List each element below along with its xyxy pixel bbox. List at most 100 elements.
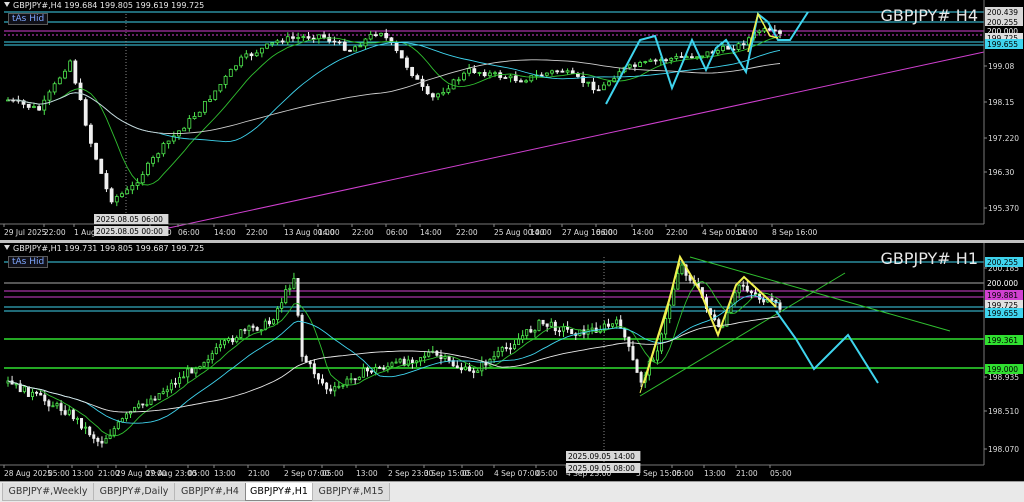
candle-body [151,157,155,164]
candle-body [99,158,104,174]
cursor-date-label: 2025.09.05 14:00 [568,452,635,461]
candle-body [120,193,124,197]
candle-body [623,327,627,338]
candle-body [565,70,570,73]
candle-body [239,56,244,67]
candle-body [186,368,190,378]
candle-body [456,79,461,82]
candle-body [695,56,700,59]
time-axis-label: 14:00 [318,228,340,237]
candle-body [210,353,214,361]
candle-body [267,320,271,325]
h1-chart-panel[interactable]: 200.185 198.935 198.510 198.070 200.255 200.0… [0,243,1024,481]
candle-body [519,80,523,83]
candle-body [94,142,98,160]
candle-body [463,366,467,371]
candle-body [84,426,88,429]
time-axis-label: 05:00 [536,469,558,478]
candle-body [280,40,285,43]
candle-body [566,326,570,330]
candle-body [182,376,186,379]
price-marker-label: 200.255 [987,258,1018,267]
candle-body [560,70,565,73]
time-axis-label: 06:00 [178,228,200,237]
time-axis-label: 29 Jul 2025 [4,228,47,237]
candle-body [213,90,218,100]
candle-body [68,60,73,72]
tab-m15[interactable]: GBPJPY#,M15 [312,483,390,501]
h4-price-chart[interactable]: 199.08198.15197.220196.30195.370200.4392… [0,0,1024,240]
candle-body [529,75,534,82]
candle-body [156,153,161,158]
candle-body [591,81,596,91]
candle-body [133,406,137,412]
candle-body [75,418,79,420]
time-axis-label: 06:00 [386,228,408,237]
candle-body [503,77,508,79]
time-axis-label: 13:00 [72,469,94,478]
tab-h4[interactable]: GBPJPY#,H4 [174,483,246,501]
candle-body [43,394,47,402]
candle-body [690,56,694,59]
candle-body [165,389,169,393]
candle-body [222,340,226,346]
tab-daily[interactable]: GBPJPY#,Daily [93,483,175,501]
candle-body [586,81,591,84]
candle-body [420,78,425,87]
h1-price-chart[interactable]: 200.185198.935198.510198.070200.255200.0… [0,243,1024,481]
candle-body [42,99,47,111]
candle-body [272,319,276,325]
tab-h1[interactable]: GBPJPY#,H1 [245,483,313,501]
candle-body [521,335,525,340]
candle-body [680,264,684,275]
price-marker-label: 200.000 [987,279,1018,288]
candle-body [37,106,41,111]
h4-chart-panel[interactable]: 199.08 198.15 197.220 196.30 195.370 200.439 2… [0,0,1024,241]
time-axis-label: 22:00 [246,228,268,237]
candle-body [633,64,637,67]
candle-body [333,386,337,392]
candle-body [259,47,264,54]
candle-body [390,362,394,367]
dropdown-triangle-icon[interactable] [4,2,10,7]
tab-weekly[interactable]: GBPJPY#,Weekly [2,483,94,501]
candle-body [533,330,537,333]
time-axis-label: 22:00 [666,228,688,237]
candle-body [301,36,306,38]
candle-body [57,77,62,85]
candle-body [370,370,374,373]
candle-body [715,50,720,54]
candle-body [194,367,198,374]
candle-body [120,418,124,423]
candle-body [141,403,145,406]
candle-body [441,92,446,95]
candle-body [778,30,782,34]
candle-body [39,392,43,396]
candle-body [135,182,140,186]
candle-body [161,143,166,155]
candle-body [462,72,466,81]
candle-body [496,350,500,357]
candle-body [446,88,451,93]
candle-body [487,72,492,77]
candle-body [109,188,114,203]
candle-body [96,438,100,442]
candle-body [80,418,84,429]
candle-body [47,91,52,101]
dropdown-triangle-icon[interactable] [4,245,10,250]
candle-body [635,359,639,373]
candle-body [361,367,365,378]
candle-body [451,79,456,90]
candle-body [35,391,39,394]
candle-body [197,111,202,117]
candle-body [419,357,423,362]
candle-body [363,38,368,47]
candle-body [304,356,308,363]
price-marker-label: 200.439 [987,8,1018,17]
candle-body [544,72,549,76]
candle-body [71,409,75,420]
candle-body [125,189,130,195]
candle-body [280,302,284,309]
candle-body [341,384,345,387]
candle-body [570,328,574,335]
